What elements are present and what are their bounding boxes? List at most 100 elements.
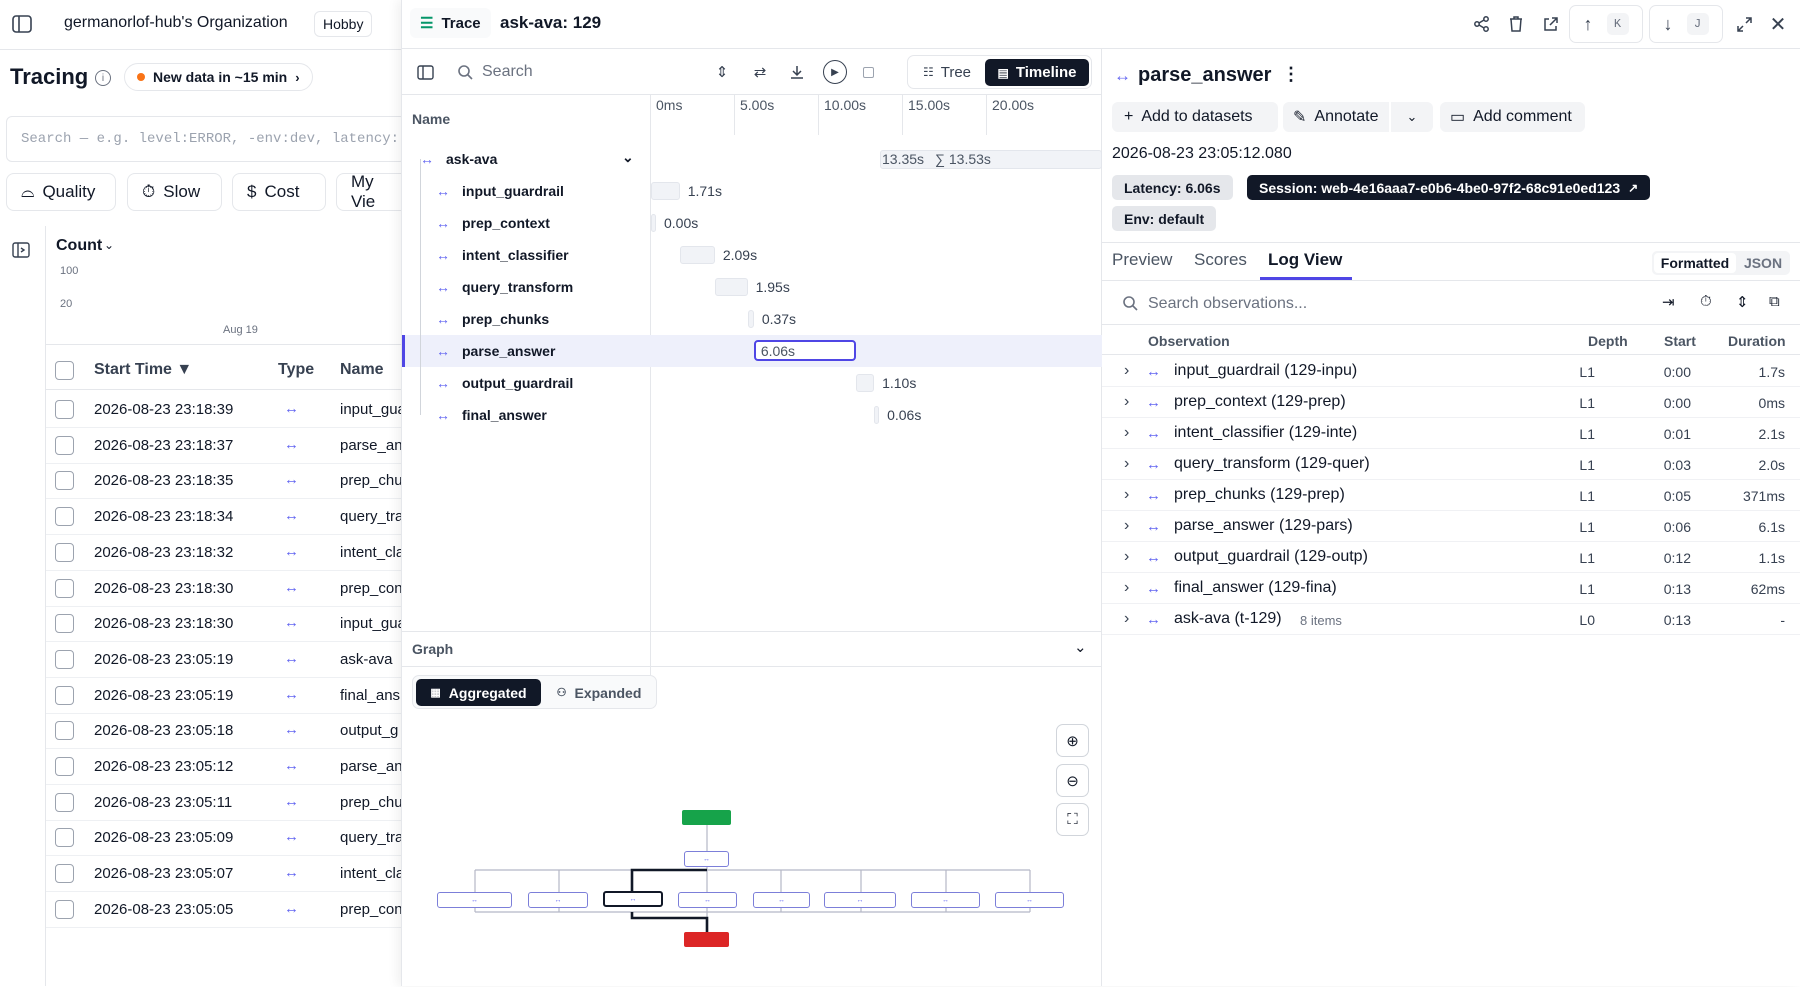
graph-node[interactable]: ↔ xyxy=(437,892,512,908)
table-row[interactable]: 2026-08-23 23:18:35 ↔ prep_chu xyxy=(46,463,402,500)
new-data-pill[interactable]: New data in ~15 min › xyxy=(124,63,313,91)
indent-icon[interactable]: ⇥ xyxy=(1662,293,1675,311)
download-icon[interactable] xyxy=(787,62,807,82)
table-row[interactable]: 2026-08-23 23:18:32 ↔ intent_cla xyxy=(46,535,402,571)
timer-icon[interactable]: ⏱ xyxy=(1700,293,1712,310)
maximize-icon[interactable] xyxy=(1732,12,1756,36)
chevron-right-icon[interactable]: › xyxy=(1124,393,1129,411)
close-icon[interactable]: ✕ xyxy=(1766,12,1790,36)
table-row[interactable]: 2026-08-23 23:18:34 ↔ query_tra xyxy=(46,499,402,536)
column-name[interactable]: Name xyxy=(340,361,384,379)
graph-node[interactable]: ↔ xyxy=(753,892,810,908)
annotate-button[interactable]: ✎ Annotate xyxy=(1283,102,1389,132)
table-row[interactable]: 2026-08-23 23:18:30 ↔ input_gua xyxy=(46,606,402,643)
add-comment-button[interactable]: ▭ Add comment xyxy=(1440,102,1585,132)
observation-row[interactable]: › ↔ output_guardrail (129-outp) L1 0:12 1.1s xyxy=(1102,542,1800,573)
tab-log-view[interactable]: Log View xyxy=(1268,250,1342,270)
table-row[interactable]: 2026-08-23 23:05:07 ↔ intent_cla xyxy=(46,856,402,893)
tree-row-intent_classifier[interactable]: ↔ intent_classifier xyxy=(412,223,652,271)
select-all-checkbox[interactable] xyxy=(55,361,74,380)
observation-row[interactable]: › ↔ prep_context (129-prep) L1 0:00 0ms xyxy=(1102,387,1800,418)
external-link-icon[interactable] xyxy=(1538,12,1562,36)
search-input[interactable]: Search — e.g. level:ERROR, -env:dev, lat… xyxy=(6,116,406,162)
filter-cost-button[interactable]: $ Cost xyxy=(232,173,326,211)
tree-row-prep_context[interactable]: ↔ prep_context xyxy=(412,191,652,239)
graph-node-selected[interactable]: ↔ xyxy=(603,891,663,907)
chevron-right-icon[interactable]: › xyxy=(1124,455,1129,473)
row-checkbox[interactable] xyxy=(55,649,74,669)
span-bar[interactable] xyxy=(651,214,656,232)
chevron-right-icon[interactable]: › xyxy=(1124,424,1129,442)
formatted-button[interactable]: Formatted xyxy=(1654,253,1736,273)
info-icon[interactable]: i xyxy=(95,70,111,86)
graph-node[interactable]: ↔ xyxy=(824,892,896,908)
tree-row-final_answer[interactable]: ↔ final_answer xyxy=(412,383,652,431)
observation-row[interactable]: › ↔ intent_classifier (129-inte) L1 0:01 2.1s xyxy=(1102,418,1800,449)
chevron-down-icon[interactable]: ⌄ xyxy=(622,149,634,166)
table-row[interactable]: 2026-08-23 23:05:11 ↔ prep_chu xyxy=(46,785,402,821)
tree-row-output_guardrail[interactable]: ↔ output_guardrail xyxy=(412,351,652,399)
chevron-right-icon[interactable]: › xyxy=(1124,579,1129,597)
span-bar[interactable] xyxy=(714,278,748,296)
row-checkbox[interactable] xyxy=(55,542,74,562)
span-bar[interactable] xyxy=(855,374,875,392)
row-checkbox[interactable] xyxy=(55,614,74,634)
span-bar[interactable] xyxy=(874,406,880,424)
tree-search-input[interactable]: Search xyxy=(482,63,533,81)
observation-row[interactable]: › ↔ parse_answer (129-pars) L1 0:06 6.1s xyxy=(1102,511,1800,542)
row-checkbox[interactable] xyxy=(55,471,74,491)
share-icon[interactable] xyxy=(1470,12,1494,36)
observation-row[interactable]: › ↔ prep_chunks (129-prep) L1 0:05 371ms xyxy=(1102,480,1800,511)
tab-preview[interactable]: Preview xyxy=(1112,250,1172,270)
table-row[interactable]: 2026-08-23 23:05:19 ↔ ask-ava xyxy=(46,642,402,678)
tree-row-prep_chunks[interactable]: ↔ prep_chunks xyxy=(412,287,652,335)
row-checkbox[interactable] xyxy=(55,899,74,919)
observation-search-input[interactable]: Search observations... xyxy=(1148,295,1307,313)
tree-row-parse_answer[interactable]: ↔ parse_answer xyxy=(412,319,652,367)
tree-row-input_guardrail[interactable]: ↔ input_guardrail xyxy=(412,159,652,207)
observation-row[interactable]: › ↔ final_answer (129-fina) L1 0:13 62ms xyxy=(1102,573,1800,604)
row-checkbox[interactable] xyxy=(55,435,74,455)
tree-view-button[interactable]: ☷ Tree xyxy=(912,59,982,85)
chevron-right-icon[interactable]: › xyxy=(1124,517,1129,535)
row-checkbox[interactable] xyxy=(55,507,74,527)
add-to-datasets-button[interactable]: + Add to datasets xyxy=(1112,102,1278,132)
column-type[interactable]: Type xyxy=(278,361,314,379)
table-row[interactable]: 2026-08-23 23:18:30 ↔ prep_con xyxy=(46,571,402,607)
graph-node[interactable]: ↔ xyxy=(911,892,980,908)
table-row[interactable]: 2026-08-23 23:05:05 ↔ prep_con xyxy=(46,892,402,928)
annotate-dropdown[interactable]: ⌄ xyxy=(1391,102,1433,132)
count-dropdown[interactable]: Count xyxy=(56,237,102,255)
table-row[interactable]: 2026-08-23 23:18:37 ↔ parse_an xyxy=(46,428,402,464)
play-icon[interactable]: ▶ xyxy=(823,60,847,84)
more-options-icon[interactable]: ⋮ xyxy=(1282,64,1300,85)
org-name[interactable]: germanorlof-hub's Organization xyxy=(64,14,288,32)
row-checkbox[interactable] xyxy=(55,757,74,776)
tree-row-query_transform[interactable]: ↔ query_transform xyxy=(412,255,652,303)
observation-row[interactable]: › ↔ ask-ava (t-129) 8 items L0 0:13 - xyxy=(1102,604,1800,635)
filter-slow-button[interactable]: ⏱ Slow xyxy=(127,173,222,211)
chevron-right-icon[interactable]: › xyxy=(1124,548,1129,566)
copy-icon[interactable]: ⧉ xyxy=(1769,293,1780,310)
table-row[interactable]: 2026-08-23 23:18:39 ↔ input_guar xyxy=(46,392,402,428)
tree-row-root[interactable]: ↔ ask-ava ⌄ xyxy=(412,143,652,175)
table-row[interactable]: 2026-08-23 23:05:18 ↔ output_g xyxy=(46,713,402,750)
chevron-right-icon[interactable]: › xyxy=(1124,486,1129,504)
trash-icon[interactable] xyxy=(1504,12,1528,36)
column-start-time[interactable]: Start Time ▼ xyxy=(94,361,192,379)
panel-expand-icon[interactable] xyxy=(11,240,31,260)
span-bar[interactable] xyxy=(679,246,715,264)
span-bar[interactable]: 6.06s xyxy=(753,340,856,361)
collapse-panel-icon[interactable] xyxy=(415,62,435,82)
row-checkbox[interactable] xyxy=(55,578,74,598)
observation-row[interactable]: › ↔ input_guardrail (129-inpu) L1 0:00 1.7s xyxy=(1102,356,1800,387)
expand-all-icon[interactable]: ⇕ xyxy=(712,62,732,82)
span-bar[interactable] xyxy=(747,310,754,328)
json-button[interactable]: JSON xyxy=(1738,253,1788,273)
filter-quality-button[interactable]: ⌓ Quality xyxy=(6,173,116,211)
graph-node-root[interactable]: ↔ xyxy=(684,851,729,867)
tab-scores[interactable]: Scores xyxy=(1194,250,1247,270)
observation-row[interactable]: › ↔ query_transform (129-quer) L1 0:03 2.0s xyxy=(1102,449,1800,480)
session-badge[interactable]: Session: web-4e16aaa7-e0b6-4be0-97f2-68c… xyxy=(1247,175,1651,200)
table-row[interactable]: 2026-08-23 23:05:09 ↔ query_tra xyxy=(46,820,402,857)
